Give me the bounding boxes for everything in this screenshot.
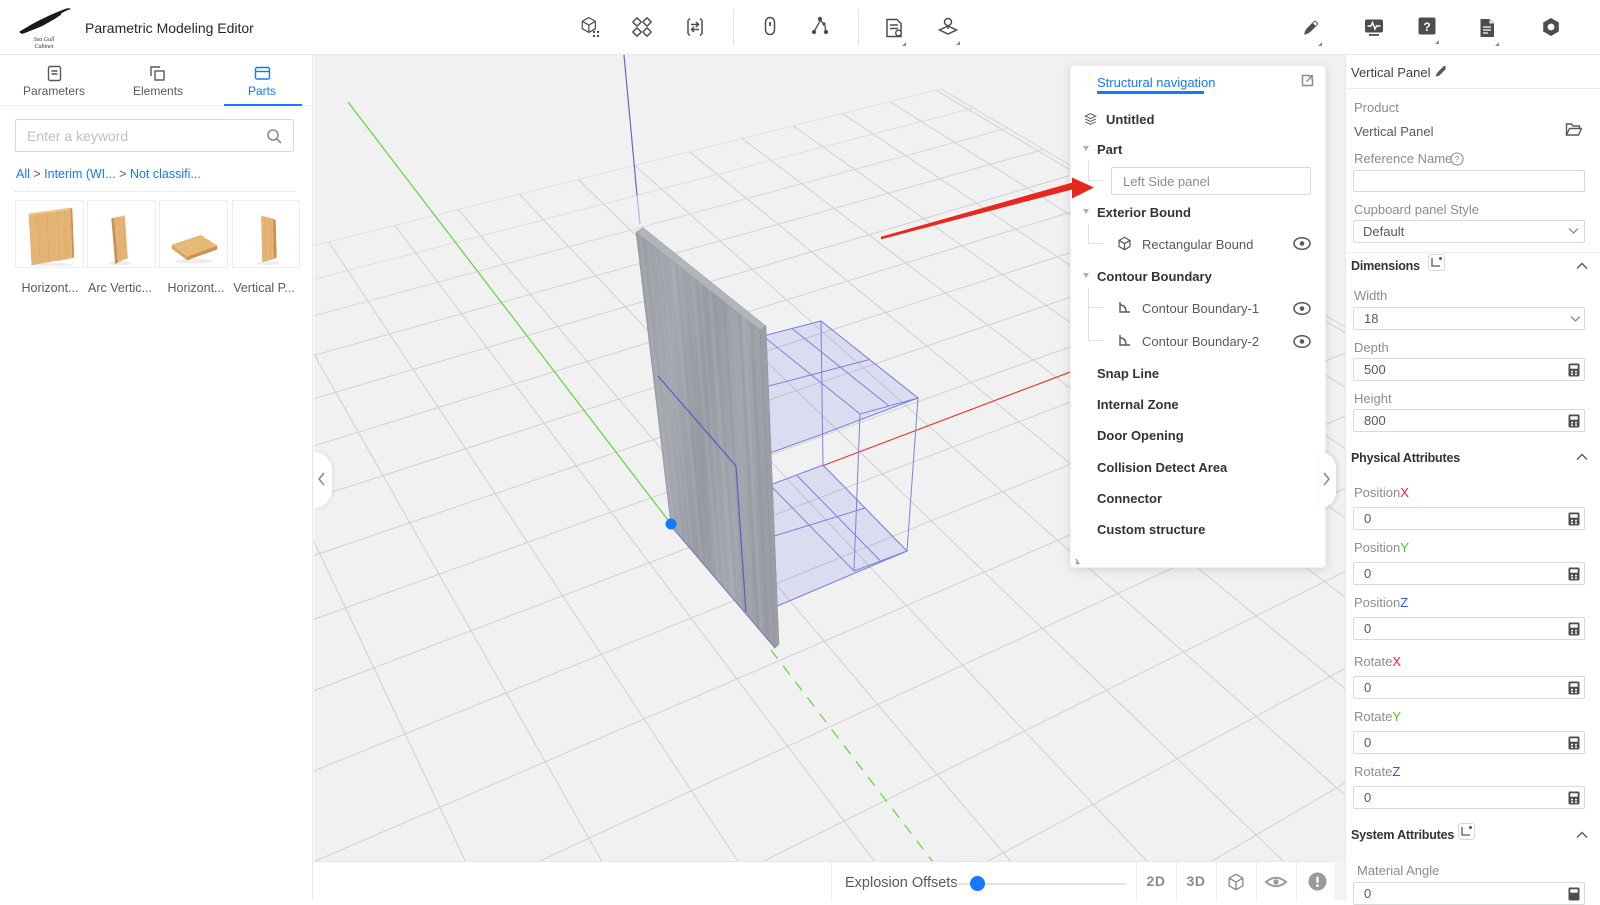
svg-text:?: ? bbox=[1455, 154, 1460, 164]
svg-text:Sea Gull: Sea Gull bbox=[34, 37, 55, 43]
svg-text:Cabinet: Cabinet bbox=[35, 44, 54, 50]
svg-text:?: ? bbox=[1423, 20, 1430, 34]
